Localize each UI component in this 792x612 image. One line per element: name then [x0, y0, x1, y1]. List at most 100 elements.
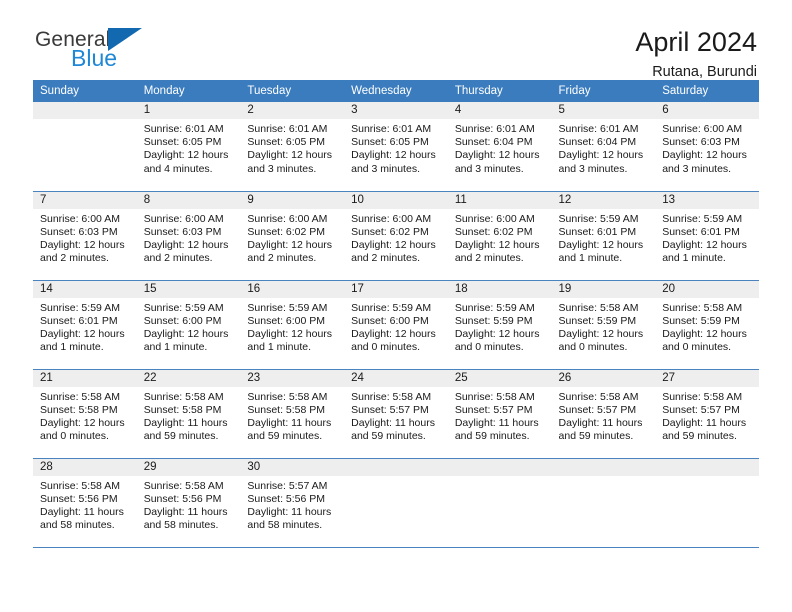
daylight-text-line2: and 3 minutes. [351, 162, 420, 175]
calendar-day-cell[interactable]: 15 Sunrise: 5:59 AM Sunset: 6:00 PM Dayligh… [136, 280, 241, 370]
day-cell-inner: 24 Sunrise: 5:58 AM Sunset: 5:57 PM Dayligh… [344, 369, 448, 458]
sunrise-text: Sunrise: 5:58 AM [351, 390, 432, 403]
calendar-day-cell[interactable]: 12 Sunrise: 5:59 AM Sunset: 6:01 PM Dayligh… [551, 191, 656, 281]
sunrise-sunset-calendar-table: Sunday Monday Tuesday Wednesday Thursday… [33, 80, 759, 548]
day-cell-inner: 23 Sunrise: 5:58 AM Sunset: 5:58 PM Dayligh… [240, 369, 345, 458]
day-number: 28 [33, 458, 137, 476]
calendar-day-cell[interactable]: 22 Sunrise: 5:58 AM Sunset: 5:58 PM Dayligh… [136, 369, 241, 459]
calendar-body: 1 Sunrise: 6:01 AM Sunset: 6:05 PM Daylight… [33, 102, 759, 548]
sunrise-text: Sunrise: 5:59 AM [662, 212, 743, 225]
calendar-day-cell[interactable]: 11 Sunrise: 6:00 AM Sunset: 6:02 PM Dayligh… [447, 191, 552, 281]
day-cell-inner: 21 Sunrise: 5:58 AM Sunset: 5:58 PM Dayligh… [33, 369, 137, 458]
calendar-day-cell[interactable]: 10 Sunrise: 6:00 AM Sunset: 6:02 PM Dayligh… [344, 191, 448, 281]
sunset-text: Sunset: 5:57 PM [454, 403, 533, 416]
daylight-text-line2: and 0 minutes. [558, 341, 628, 354]
day-number: 16 [240, 280, 345, 298]
calendar-day-cell[interactable]: 26 Sunrise: 5:58 AM Sunset: 5:57 PM Dayligh… [551, 369, 656, 459]
sunset-text: Sunset: 6:02 PM [454, 225, 533, 238]
day-number: 9 [240, 191, 345, 209]
sunset-text: Sunset: 5:58 PM [40, 403, 118, 416]
calendar-day-cell-empty [655, 458, 759, 548]
day-number: 17 [344, 280, 448, 298]
day-number: 4 [447, 102, 552, 119]
calendar-day-cell[interactable]: 30 Sunrise: 5:57 AM Sunset: 5:56 PM Dayligh… [240, 458, 345, 548]
daylight-text-line1: Daylight: 12 hours [351, 327, 436, 340]
calendar-day-cell[interactable]: 23 Sunrise: 5:58 AM Sunset: 5:58 PM Dayligh… [240, 369, 345, 459]
daylight-text-line2: and 58 minutes. [143, 519, 219, 532]
calendar-day-cell[interactable]: 24 Sunrise: 5:58 AM Sunset: 5:57 PM Dayligh… [344, 369, 448, 459]
day-number: 18 [447, 280, 552, 298]
day-cell-inner: 16 Sunrise: 5:59 AM Sunset: 6:00 PM Dayligh… [240, 280, 345, 369]
day-cell-inner: 17 Sunrise: 5:59 AM Sunset: 6:00 PM Dayligh… [344, 280, 448, 369]
day-number: 3 [344, 102, 448, 119]
daylight-text-line1: Daylight: 12 hours [558, 327, 644, 340]
calendar-day-cell[interactable]: 18 Sunrise: 5:59 AM Sunset: 5:59 PM Dayligh… [447, 280, 552, 370]
day-number-bar [344, 458, 448, 476]
day-cell-inner: 8 Sunrise: 6:00 AM Sunset: 6:03 PM Daylight… [136, 191, 241, 280]
calendar-day-cell[interactable]: 21 Sunrise: 5:58 AM Sunset: 5:58 PM Dayligh… [33, 369, 137, 459]
day-number: 14 [33, 280, 137, 298]
sunrise-text: Sunrise: 6:00 AM [247, 212, 328, 225]
day-info: Sunrise: 5:57 AM Sunset: 5:56 PM Daylight:… [240, 476, 344, 533]
calendar-day-cell[interactable]: 5 Sunrise: 6:01 AM Sunset: 6:04 PM Daylight… [551, 102, 656, 192]
day-cell-inner: 20 Sunrise: 5:58 AM Sunset: 5:59 PM Dayligh… [655, 280, 759, 369]
day-info: Sunrise: 5:58 AM Sunset: 5:56 PM Daylight:… [33, 476, 137, 533]
calendar-day-cell[interactable]: 14 Sunrise: 5:59 AM Sunset: 6:01 PM Dayligh… [33, 280, 137, 370]
calendar-day-cell[interactable]: 7 Sunrise: 6:00 AM Sunset: 6:03 PM Daylight… [33, 191, 137, 281]
day-number: 2 [240, 102, 345, 119]
sunrise-text: Sunrise: 5:59 AM [247, 301, 328, 314]
sunset-text: Sunset: 5:59 PM [454, 314, 533, 327]
daylight-text-line2: and 2 minutes. [143, 252, 213, 265]
day-info: Sunrise: 5:58 AM Sunset: 5:57 PM Daylight:… [448, 387, 552, 444]
daylight-text-line1: Daylight: 12 hours [40, 416, 125, 429]
calendar-day-cell[interactable]: 13 Sunrise: 5:59 AM Sunset: 6:01 PM Dayligh… [655, 191, 759, 281]
day-cell-inner: 10 Sunrise: 6:00 AM Sunset: 6:02 PM Dayligh… [344, 191, 448, 280]
calendar-day-cell[interactable]: 16 Sunrise: 5:59 AM Sunset: 6:00 PM Dayligh… [240, 280, 345, 370]
sunset-text: Sunset: 6:00 PM [143, 314, 222, 327]
calendar-day-cell[interactable]: 3 Sunrise: 6:01 AM Sunset: 6:05 PM Daylight… [344, 102, 448, 192]
calendar-day-cell[interactable]: 1 Sunrise: 6:01 AM Sunset: 6:05 PM Daylight… [136, 102, 241, 192]
sunset-text: Sunset: 6:01 PM [40, 314, 118, 327]
calendar-day-cell[interactable]: 2 Sunrise: 6:01 AM Sunset: 6:05 PM Daylight… [240, 102, 345, 192]
day-info: Sunrise: 5:58 AM Sunset: 5:57 PM Daylight:… [552, 387, 656, 444]
sunrise-text: Sunrise: 6:01 AM [143, 123, 224, 135]
day-number: 6 [655, 102, 759, 119]
calendar-day-cell[interactable]: 29 Sunrise: 5:58 AM Sunset: 5:56 PM Dayligh… [136, 458, 241, 548]
calendar-day-cell[interactable]: 25 Sunrise: 5:58 AM Sunset: 5:57 PM Dayligh… [447, 369, 552, 459]
sunrise-text: Sunrise: 6:01 AM [454, 123, 535, 135]
day-info: Sunrise: 5:59 AM Sunset: 6:00 PM Daylight:… [240, 298, 344, 355]
daylight-text-line1: Daylight: 12 hours [662, 327, 747, 340]
daylight-text-line2: and 4 minutes. [143, 162, 213, 175]
calendar-day-cell[interactable]: 4 Sunrise: 6:01 AM Sunset: 6:04 PM Daylight… [447, 102, 552, 192]
sunset-text: Sunset: 5:56 PM [247, 492, 326, 505]
calendar-day-cell[interactable]: 8 Sunrise: 6:00 AM Sunset: 6:03 PM Daylight… [136, 191, 241, 281]
daylight-text-line1: Daylight: 12 hours [662, 238, 747, 251]
sunrise-text: Sunrise: 6:01 AM [351, 123, 432, 135]
daylight-text-line1: Daylight: 12 hours [558, 149, 644, 162]
calendar-day-cell[interactable]: 6 Sunrise: 6:00 AM Sunset: 6:03 PM Daylight… [655, 102, 759, 192]
day-info: Sunrise: 6:01 AM Sunset: 6:05 PM Daylight:… [344, 119, 448, 176]
daylight-text-line2: and 0 minutes. [662, 341, 732, 354]
calendar-day-cell[interactable]: 19 Sunrise: 5:58 AM Sunset: 5:59 PM Dayligh… [551, 280, 656, 370]
calendar-week-row: 1 Sunrise: 6:01 AM Sunset: 6:05 PM Daylight… [33, 102, 759, 192]
calendar-day-cell[interactable]: 28 Sunrise: 5:58 AM Sunset: 5:56 PM Dayligh… [33, 458, 137, 548]
day-number-bar [447, 458, 552, 476]
daylight-text-line1: Daylight: 11 hours [247, 416, 332, 429]
sunset-text: Sunset: 5:58 PM [143, 403, 222, 416]
general-blue-logo[interactable]: General Blue [33, 28, 143, 70]
daylight-text-line2: and 0 minutes. [454, 341, 524, 354]
day-cell-inner: 7 Sunrise: 6:00 AM Sunset: 6:03 PM Daylight… [33, 191, 137, 280]
calendar-day-cell[interactable]: 17 Sunrise: 5:59 AM Sunset: 6:00 PM Dayligh… [344, 280, 448, 370]
day-cell-inner: 13 Sunrise: 5:59 AM Sunset: 6:01 PM Dayligh… [655, 191, 759, 280]
calendar-day-cell[interactable]: 27 Sunrise: 5:58 AM Sunset: 5:57 PM Dayligh… [655, 369, 759, 459]
daylight-text-line1: Daylight: 11 hours [454, 416, 539, 429]
sunset-text: Sunset: 6:03 PM [662, 136, 740, 149]
daylight-text-line1: Daylight: 12 hours [454, 149, 540, 162]
calendar-day-cell[interactable]: 9 Sunrise: 6:00 AM Sunset: 6:02 PM Daylight… [240, 191, 345, 281]
day-number: 23 [240, 369, 345, 387]
calendar-day-cell[interactable]: 20 Sunrise: 5:58 AM Sunset: 5:59 PM Dayligh… [655, 280, 759, 370]
sunrise-text: Sunrise: 6:00 AM [662, 123, 743, 135]
day-info: Sunrise: 6:01 AM Sunset: 6:04 PM Daylight:… [448, 119, 552, 176]
daylight-text-line2: and 1 minute. [558, 252, 623, 265]
day-cell-inner: 9 Sunrise: 6:00 AM Sunset: 6:02 PM Daylight… [240, 191, 345, 280]
